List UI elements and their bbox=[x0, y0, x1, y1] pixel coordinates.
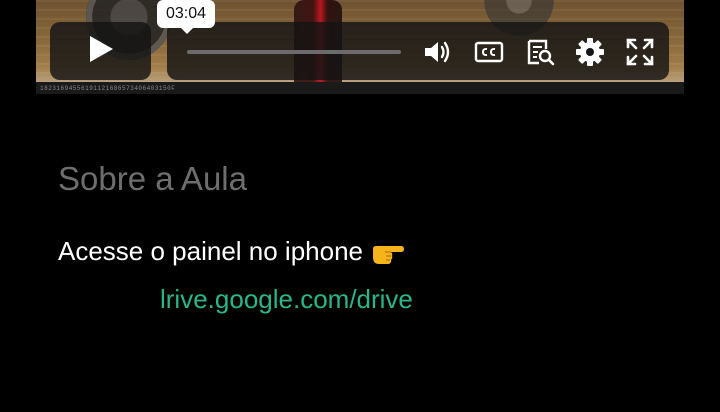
fullscreen-icon bbox=[624, 36, 656, 68]
section-title: Sobre a Aula bbox=[58, 160, 247, 197]
player-control-bar bbox=[167, 22, 669, 80]
lesson-description: Acesse o painel no iphone bbox=[58, 236, 405, 267]
seek-time-tooltip: 03:04 bbox=[157, 0, 215, 34]
play-button[interactable] bbox=[50, 22, 151, 80]
video-watermark: 18231694556191121686573406403150F bbox=[40, 85, 176, 92]
volume-button[interactable] bbox=[421, 36, 453, 68]
drive-link[interactable]: lrive.google.com/drive bbox=[160, 284, 413, 315]
pointing-right-hand-icon bbox=[371, 239, 405, 265]
transcript-button[interactable] bbox=[524, 36, 556, 68]
volume-icon bbox=[421, 36, 453, 68]
seek-bar[interactable] bbox=[187, 50, 401, 54]
video-frame-strip: 18231694556191121686573406403150F bbox=[36, 82, 684, 94]
settings-button[interactable] bbox=[574, 36, 606, 68]
description-text: Acesse o painel no iphone bbox=[58, 236, 364, 266]
gear-icon bbox=[574, 36, 606, 68]
transcript-search-icon bbox=[524, 36, 556, 68]
play-icon bbox=[87, 34, 115, 69]
fullscreen-button[interactable] bbox=[624, 36, 656, 68]
captions-button[interactable] bbox=[473, 36, 505, 68]
cc-icon bbox=[473, 36, 505, 68]
